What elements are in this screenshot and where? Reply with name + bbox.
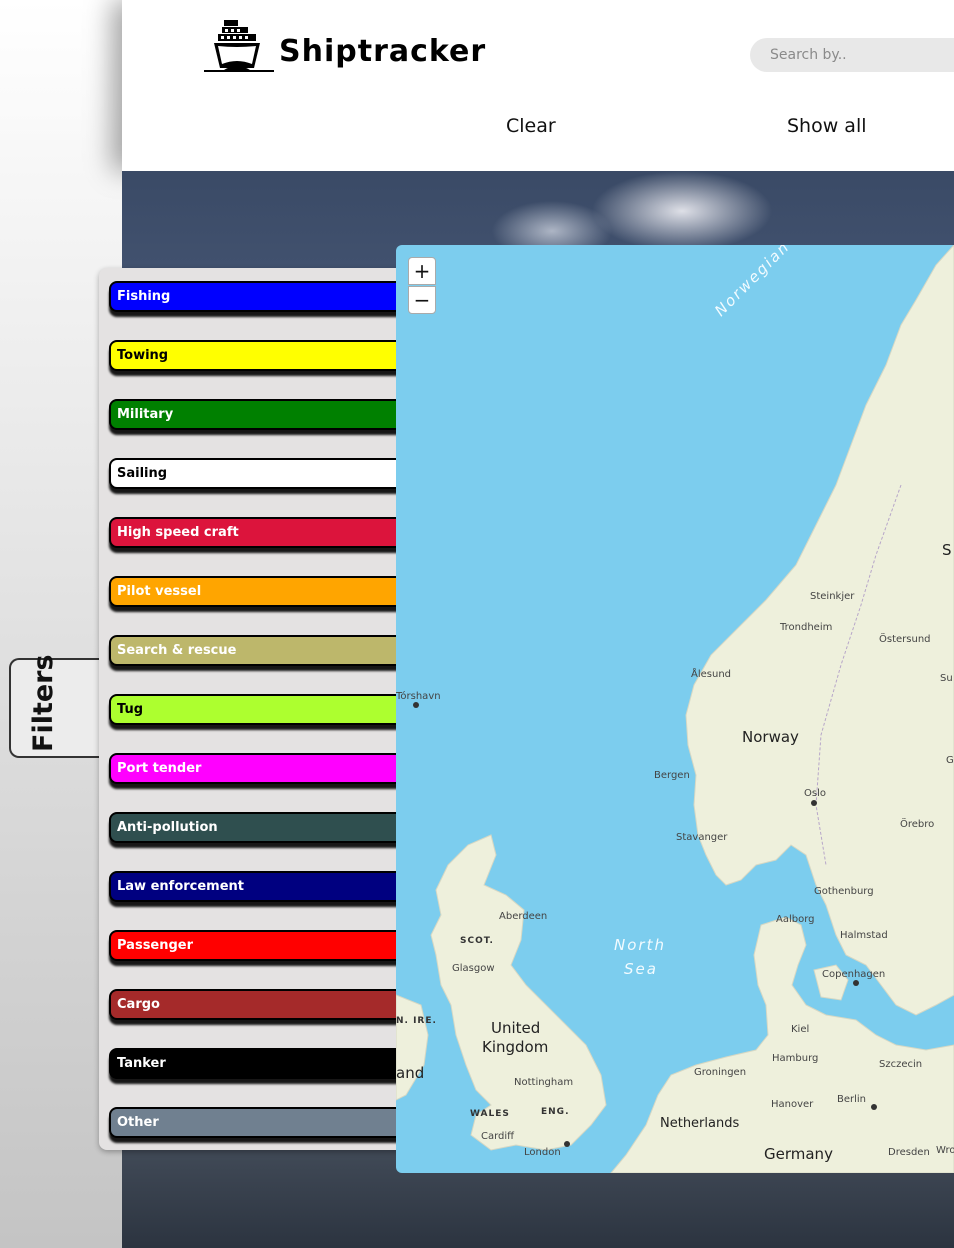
map[interactable]: Norwegian North Sea Norway United Kingdo… xyxy=(396,245,954,1173)
filter-button[interactable]: Search & rescue xyxy=(109,635,409,666)
filter-button[interactable]: High speed craft xyxy=(109,517,409,548)
map-label-berlin: Berlin xyxy=(837,1094,866,1105)
map-label-nottingham: Nottingham xyxy=(514,1077,573,1088)
map-label-alesund: Ålesund xyxy=(691,667,731,680)
map-label-ostersund: Östersund xyxy=(879,632,931,645)
map-label-wro: Wro xyxy=(936,1145,954,1156)
map-label-germany: Germany xyxy=(764,1145,833,1163)
filter-button[interactable]: Port tender xyxy=(109,753,409,784)
oslo-marker xyxy=(811,800,817,806)
map-label-glasgow: Glasgow xyxy=(452,963,495,974)
map-label-wales: WALES xyxy=(470,1109,510,1119)
filter-button[interactable]: Law enforcement xyxy=(109,871,409,902)
filters-tab-label: Filters xyxy=(28,654,59,752)
filter-button[interactable]: Other xyxy=(109,1107,409,1138)
app-name: Shiptracker xyxy=(279,34,487,69)
map-label-torshavn: Tórshavn xyxy=(396,690,441,702)
filter-button[interactable]: Passenger xyxy=(109,930,409,961)
map-label-north-sea: North xyxy=(614,936,666,954)
filter-button[interactable]: Anti-pollution xyxy=(109,812,409,843)
filter-panel: Fishing Towing Military Sailing High speed c… xyxy=(99,268,419,1150)
map-label-aalborg: Aalborg xyxy=(776,914,815,925)
map-label-trondheim: Trondheim xyxy=(779,622,832,633)
map-label-norway: Norway xyxy=(742,728,799,746)
filter-button[interactable]: Tanker xyxy=(109,1048,409,1079)
map-label-stavanger: Stavanger xyxy=(676,832,728,843)
filter-button[interactable]: Cargo xyxy=(109,989,409,1020)
filter-button[interactable]: Fishing xyxy=(109,281,409,312)
map-label-g-edge: G xyxy=(946,755,954,766)
filter-button[interactable]: Pilot vessel xyxy=(109,576,409,607)
map-label-scot: SCOT. xyxy=(460,936,494,946)
map-label-ireland: and xyxy=(396,1064,424,1082)
zoom-out-button[interactable]: − xyxy=(408,286,436,314)
map-label-north-sea-2: Sea xyxy=(624,960,658,978)
map-label-n-ire: N. IRE. xyxy=(396,1016,437,1026)
map-label-netherlands: Netherlands xyxy=(660,1116,739,1131)
map-canvas[interactable]: Norwegian North Sea Norway United Kingdo… xyxy=(396,245,954,1173)
berlin-marker xyxy=(871,1104,877,1110)
clear-button[interactable]: Clear xyxy=(506,115,556,137)
map-label-eng: ENG. xyxy=(541,1107,570,1117)
filter-button[interactable]: Towing xyxy=(109,340,409,371)
map-label-united: United xyxy=(491,1019,540,1037)
map-label-szczecin: Szczecin xyxy=(879,1059,922,1070)
map-label-cardiff: Cardiff xyxy=(481,1131,515,1142)
map-label-bergen: Bergen xyxy=(654,770,690,781)
map-label-oslo: Oslo xyxy=(804,788,826,799)
map-label-hanover: Hanover xyxy=(771,1099,814,1110)
map-label-steinkjer: Steinkjer xyxy=(810,591,855,602)
header: Shiptracker Clear Show all xyxy=(122,0,954,171)
map-label-orebro: Örebro xyxy=(900,817,934,830)
map-label-hamburg: Hamburg xyxy=(772,1053,818,1064)
map-label-s-edge: S xyxy=(942,541,952,559)
zoom-in-button[interactable]: + xyxy=(408,257,436,285)
great-britain-land xyxy=(430,834,607,1151)
map-label-norwegian-sea: Norwegian xyxy=(711,245,793,320)
torshavn-marker xyxy=(413,702,419,708)
ireland-land xyxy=(396,994,429,1101)
ship-logo-icon xyxy=(204,20,274,72)
map-label-su-edge: Su xyxy=(940,673,953,684)
map-label-copenhagen: Copenhagen xyxy=(822,969,885,980)
map-label-kiel: Kiel xyxy=(791,1024,809,1035)
map-label-dresden: Dresden xyxy=(888,1147,930,1158)
map-label-kingdom: Kingdom xyxy=(482,1038,548,1056)
map-label-aberdeen: Aberdeen xyxy=(499,911,547,922)
filter-button[interactable]: Tug xyxy=(109,694,409,725)
map-label-gothenburg: Gothenburg xyxy=(814,886,874,897)
map-label-groningen: Groningen xyxy=(694,1067,746,1078)
filter-button[interactable]: Military xyxy=(109,399,409,430)
map-label-halmstad: Halmstad xyxy=(840,930,888,941)
london-marker xyxy=(564,1141,570,1147)
copenhagen-marker xyxy=(853,980,859,986)
filter-button[interactable]: Sailing xyxy=(109,458,409,489)
show-all-button[interactable]: Show all xyxy=(787,115,867,137)
map-label-london: London xyxy=(524,1147,561,1158)
search-input[interactable] xyxy=(750,38,954,72)
